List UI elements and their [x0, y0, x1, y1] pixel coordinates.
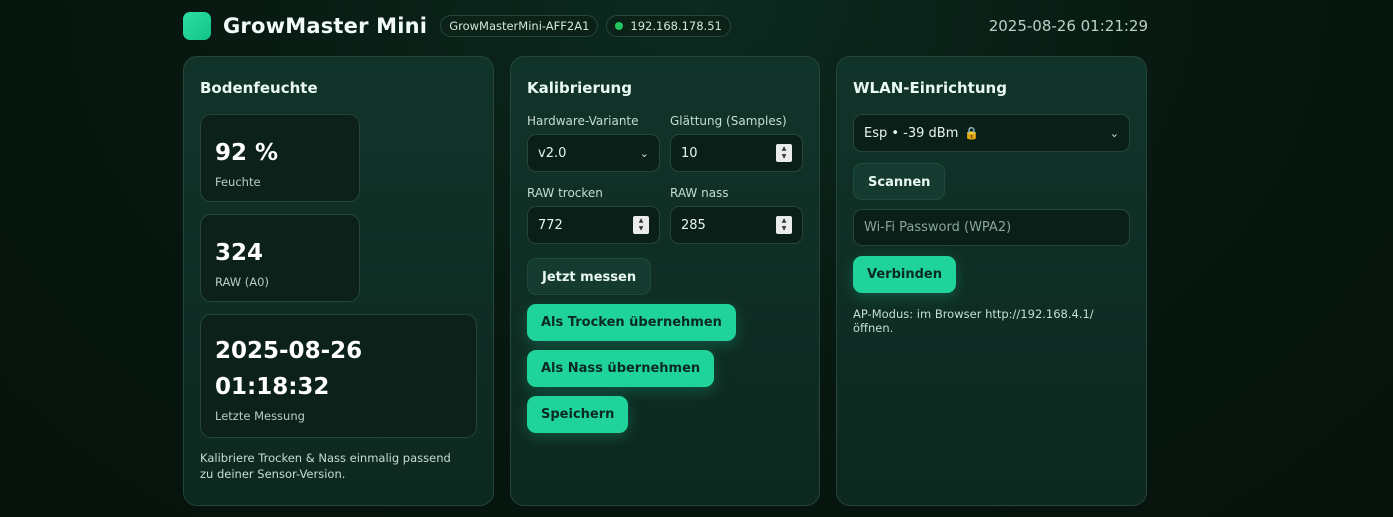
raw-label: RAW (A0)	[215, 275, 269, 289]
spinner-icon[interactable]: ▲ ▼	[633, 216, 649, 234]
raw-wet-input[interactable]: 285 ▲ ▼	[670, 206, 803, 244]
wifi-setup-card: WLAN-Einrichtung Esp • -39 dBm 🔒 ⌄ Scann…	[836, 56, 1147, 506]
network-value: Esp • -39 dBm	[864, 125, 959, 141]
raw-dry-field: RAW trocken 772 ▲ ▼	[527, 186, 660, 244]
wifi-card-title: WLAN-Einrichtung	[853, 79, 1007, 97]
lock-icon: 🔒	[964, 126, 980, 140]
spinner-icon[interactable]: ▲ ▼	[776, 216, 792, 234]
raw-dry-label: RAW trocken	[527, 186, 603, 200]
smoothing-field: Glättung (Samples) 10 ▲ ▼	[670, 114, 803, 172]
chevron-down-icon: ⌄	[1109, 126, 1119, 140]
ip-text: 192.168.178.51	[630, 19, 722, 33]
last-measurement-label: Letzte Messung	[215, 409, 305, 423]
moisture-tile: 92 % Feuchte	[200, 114, 360, 202]
raw-dry-value: 772	[538, 217, 563, 233]
ip-badge: 192.168.178.51	[606, 15, 731, 37]
save-button[interactable]: Speichern	[527, 396, 629, 433]
raw-wet-value: 285	[681, 217, 706, 233]
hostname-text: GrowMasterMini-AFF2A1	[449, 19, 590, 33]
moisture-value: 92 %	[215, 140, 279, 166]
soil-card-title: Bodenfeuchte	[200, 79, 318, 97]
raw-wet-field: RAW nass 285 ▲ ▼	[670, 186, 803, 244]
hardware-variant-select[interactable]: v2.0 ⌄	[527, 134, 660, 172]
app-logo	[183, 12, 211, 40]
chevron-down-icon: ⌄	[639, 146, 649, 160]
calibration-card: Kalibrierung Hardware-Variante v2.0 ⌄ Gl…	[510, 56, 820, 506]
calibration-card-title: Kalibrierung	[527, 79, 632, 97]
app-title: GrowMaster Mini	[223, 14, 428, 38]
header-bar: GrowMaster Mini GrowMasterMini-AFF2A1 19…	[183, 11, 1148, 41]
calibration-hint: Kalibriere Trocken & Nass einmalig passe…	[200, 451, 451, 481]
moisture-label: Feuchte	[215, 175, 261, 189]
hostname-badge: GrowMasterMini-AFF2A1	[440, 15, 599, 37]
ap-mode-hint: AP-Modus: im Browser http://192.168.4.1/…	[853, 307, 1094, 335]
smoothing-input[interactable]: 10 ▲ ▼	[670, 134, 803, 172]
hardware-variant-label: Hardware-Variante	[527, 114, 639, 128]
last-measurement-date: 2025-08-26	[215, 338, 363, 364]
scan-button[interactable]: Scannen	[853, 163, 946, 200]
smoothing-value: 10	[681, 145, 698, 161]
header-clock: 2025-08-26 01:21:29	[988, 17, 1148, 35]
raw-dry-input[interactable]: 772 ▲ ▼	[527, 206, 660, 244]
status-dot-icon	[615, 22, 624, 30]
network-select[interactable]: Esp • -39 dBm 🔒 ⌄	[853, 114, 1130, 152]
last-measurement-time: 01:18:32	[215, 374, 330, 400]
hardware-variant-value: v2.0	[538, 145, 567, 161]
hardware-variant-field: Hardware-Variante v2.0 ⌄	[527, 114, 660, 172]
spinner-icon[interactable]: ▲ ▼	[776, 144, 792, 162]
measure-now-button[interactable]: Jetzt messen	[527, 258, 652, 295]
connect-button[interactable]: Verbinden	[853, 256, 956, 293]
set-wet-button[interactable]: Als Nass übernehmen	[527, 350, 715, 387]
soil-moisture-card: Bodenfeuchte 92 % Feuchte 324 RAW (A0) 2…	[183, 56, 494, 506]
raw-wet-label: RAW nass	[670, 186, 729, 200]
raw-tile: 324 RAW (A0)	[200, 214, 360, 302]
wifi-password-placeholder: Wi-Fi Password (WPA2)	[864, 220, 1012, 235]
set-dry-button[interactable]: Als Trocken übernehmen	[527, 304, 736, 341]
wifi-password-input[interactable]: Wi-Fi Password (WPA2)	[853, 209, 1130, 246]
smoothing-label: Glättung (Samples)	[670, 114, 787, 128]
raw-value: 324	[215, 240, 264, 266]
last-measurement-tile: 2025-08-26 01:18:32 Letzte Messung	[200, 314, 477, 438]
